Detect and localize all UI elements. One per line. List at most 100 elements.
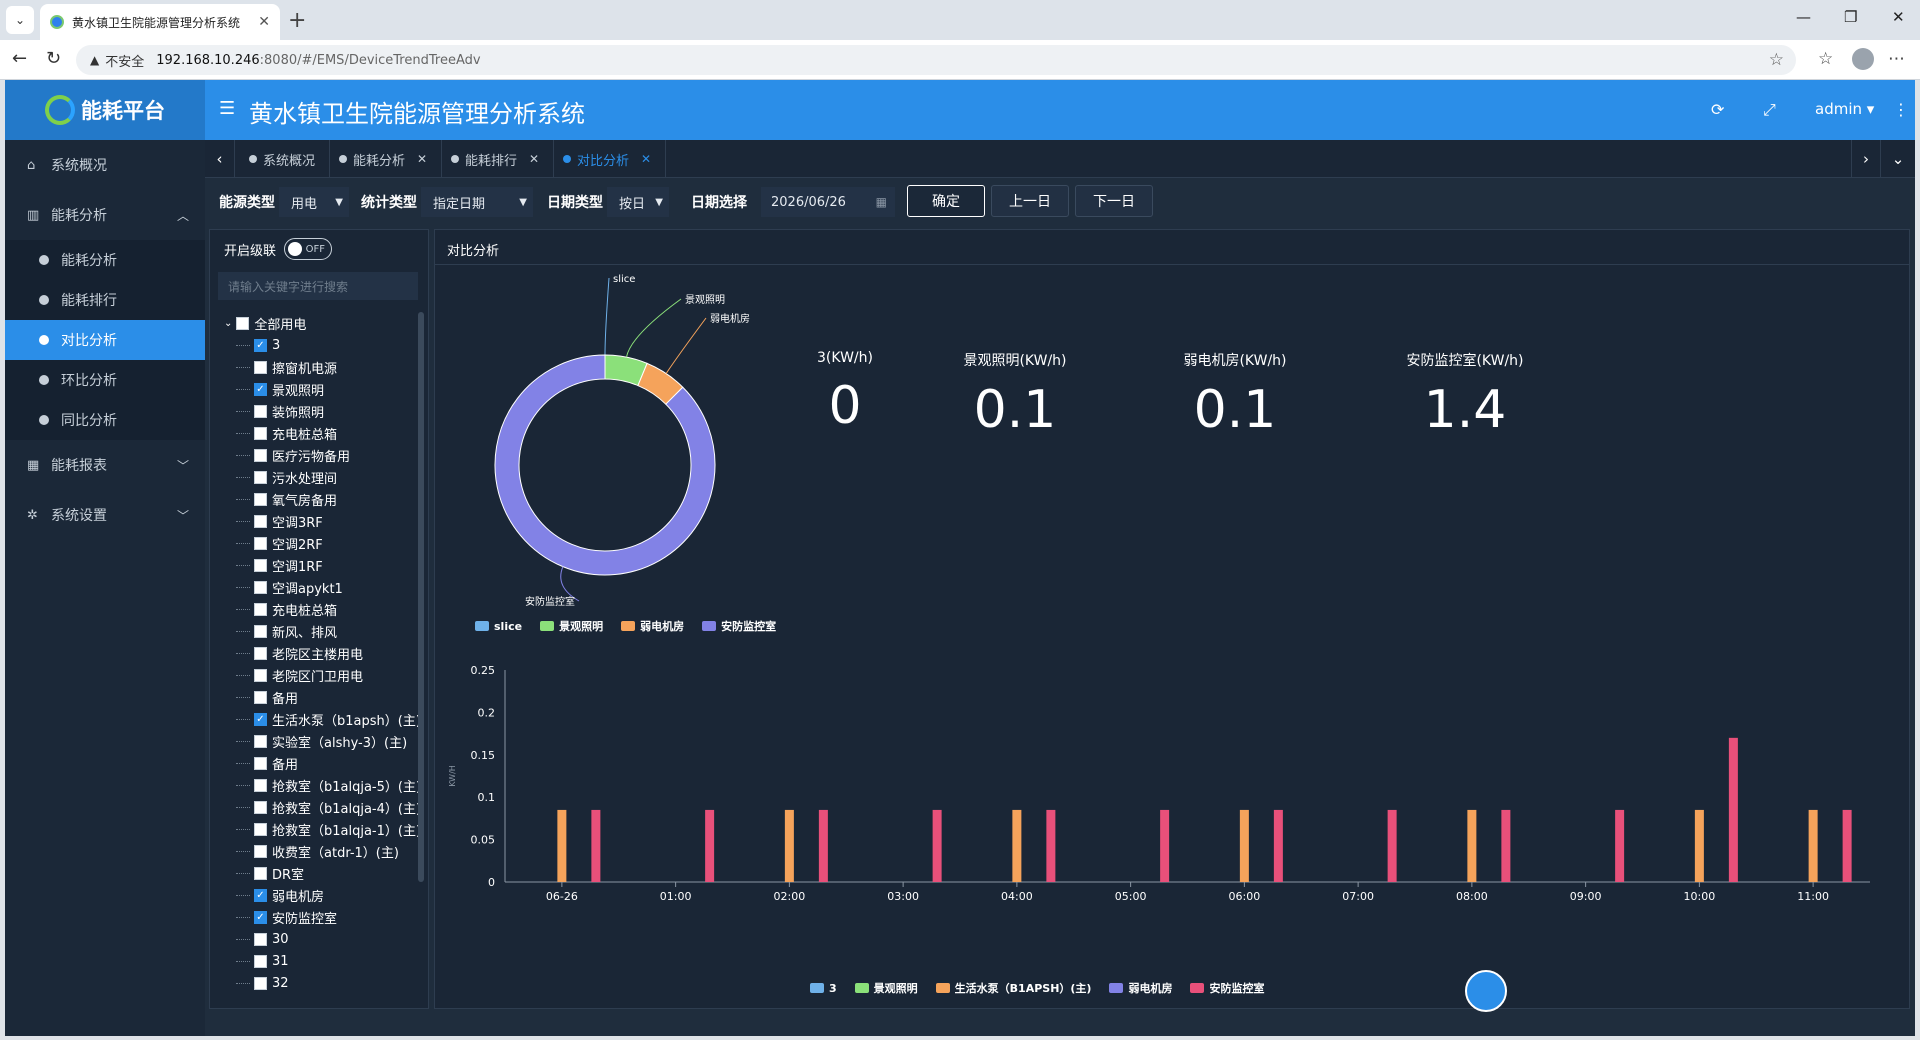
tree-node[interactable]: DR室 — [210, 862, 420, 884]
cascade-toggle[interactable]: OFF — [284, 238, 333, 260]
legend-item[interactable]: 生活水泵（B1APSH）(主) — [935, 980, 1091, 996]
tree-node[interactable]: 抢救室（b1alqja-4）(主) — [210, 796, 421, 818]
sidebar-item-settings[interactable]: ✲ 系统设置 ﹀ — [5, 490, 205, 540]
tree-checkbox[interactable]: ✓ — [254, 712, 267, 726]
tree-checkbox[interactable] — [254, 844, 267, 858]
sidebar-item-reports[interactable]: ▦ 能耗报表 ﹀ — [5, 440, 205, 490]
tree-checkbox[interactable]: ✓ — [254, 888, 267, 902]
date-picker[interactable]: 2026/06/26 ▦ — [761, 187, 895, 217]
tree-checkbox[interactable] — [254, 756, 267, 770]
tree-node[interactable]: 抢救室（b1alqja-5）(主) — [210, 774, 421, 796]
tree-checkbox[interactable] — [254, 954, 267, 968]
more-vertical-icon[interactable]: ⋮ — [1893, 100, 1909, 119]
minimize-icon[interactable]: — — [1796, 8, 1811, 26]
url-input[interactable]: ▲ 不安全 192.168.10.246:8080/#/EMS/DeviceTr… — [76, 45, 1796, 75]
sidebar-subitem-ranking[interactable]: 能耗排行 — [5, 280, 205, 320]
tree-checkbox[interactable]: ✓ — [254, 910, 267, 924]
favorites-icon[interactable]: ☆ — [1818, 49, 1833, 69]
legend-item[interactable]: 弱电机房 — [1109, 980, 1172, 996]
close-icon[interactable]: ✕ — [258, 14, 270, 30]
window-close-icon[interactable]: ✕ — [1892, 8, 1905, 26]
sidebar-subitem-comparison[interactable]: 对比分析 — [5, 320, 205, 360]
tree-node[interactable]: 空调3RF — [210, 510, 420, 532]
tree-node[interactable]: 32 — [210, 972, 420, 994]
back-icon[interactable]: ← — [12, 48, 27, 69]
legend-item[interactable]: 弱电机房 — [621, 618, 684, 634]
tree-checkbox[interactable] — [236, 316, 250, 330]
tree-node[interactable]: 31 — [210, 950, 420, 972]
tree-node[interactable]: 装饰照明 — [210, 400, 420, 422]
stat-type-select[interactable]: 指定日期 ▼ — [421, 187, 533, 217]
tree-node[interactable]: 空调2RF — [210, 532, 420, 554]
tree-search-input[interactable]: 请输入关键字进行搜索 — [218, 272, 418, 300]
next-day-button[interactable]: 下一日 — [1075, 185, 1153, 217]
sidebar-subitem-energy-analysis[interactable]: 能耗分析 — [5, 240, 205, 280]
profile-avatar[interactable] — [1852, 48, 1874, 70]
tree-checkbox[interactable] — [254, 668, 267, 682]
restore-icon[interactable]: ❐ — [1844, 8, 1857, 26]
sidebar-item-overview[interactable]: ⌂ 系统概况 — [5, 140, 205, 190]
tree-node[interactable]: 备用 — [210, 752, 420, 774]
reload-icon[interactable]: ↻ — [46, 48, 61, 69]
tree-checkbox[interactable] — [254, 602, 267, 616]
legend-item[interactable]: 景观照明 — [540, 618, 603, 634]
tree-checkbox[interactable] — [254, 624, 267, 638]
bookmark-star-icon[interactable]: ☆ — [1769, 50, 1784, 70]
tree-checkbox[interactable] — [254, 690, 267, 704]
tree-checkbox[interactable] — [254, 470, 267, 484]
tree-checkbox[interactable] — [254, 558, 267, 572]
menu-toggle-icon[interactable]: ☰ — [219, 98, 235, 119]
close-icon[interactable]: ✕ — [641, 152, 651, 166]
sidebar-item-energy-analysis[interactable]: ▥ 能耗分析 ︿ — [5, 190, 205, 240]
tree-checkbox[interactable] — [254, 932, 267, 946]
browser-tab[interactable]: 黄水镇卫生院能源管理分析系统 ✕ — [40, 4, 280, 40]
tree-checkbox[interactable] — [254, 822, 267, 836]
fullscreen-icon[interactable]: ⤢ — [1763, 100, 1776, 120]
tree-scrollbar[interactable] — [418, 312, 424, 882]
legend-item[interactable]: 景观照明 — [854, 980, 918, 996]
close-icon[interactable]: ✕ — [417, 152, 427, 166]
tree-node[interactable]: 污水处理间 — [210, 466, 420, 488]
tab-search-icon[interactable]: ⌄ — [6, 6, 34, 34]
tree-node[interactable]: 备用 — [210, 686, 420, 708]
prev-day-button[interactable]: 上一日 — [991, 185, 1069, 217]
tree-node[interactable]: 空调apykt1 — [210, 576, 420, 598]
tree-node[interactable]: 30 — [210, 928, 420, 950]
tree-checkbox[interactable] — [254, 734, 267, 748]
energy-type-select[interactable]: 用电 ▼ — [279, 187, 349, 217]
tabs-next-icon[interactable]: › — [1851, 140, 1881, 178]
tab-overview[interactable]: 系统概况 — [235, 140, 331, 178]
tree-checkbox[interactable] — [254, 360, 267, 374]
tree-root[interactable]: ⌄ 全部用电 — [210, 312, 420, 334]
tabs-menu-icon[interactable]: ⌄ — [1883, 140, 1913, 178]
legend-item[interactable]: 安防监控室 — [1190, 980, 1264, 996]
legend-item[interactable]: 安防监控室 — [702, 618, 776, 634]
tree-checkbox[interactable] — [254, 492, 267, 506]
tree-checkbox[interactable] — [254, 866, 267, 880]
tree-node[interactable]: 擦窗机电源 — [210, 356, 420, 378]
tabs-prev-icon[interactable]: ‹ — [205, 140, 235, 178]
tree-node[interactable]: 收费室（atdr-1）(主) — [210, 840, 420, 862]
tree-node[interactable]: 老院区主楼用电 — [210, 642, 420, 664]
tree-checkbox[interactable] — [254, 514, 267, 528]
tree-node[interactable]: ✓ 景观照明 — [210, 378, 420, 400]
tree-node[interactable]: 空调1RF — [210, 554, 420, 576]
confirm-button[interactable]: 确定 — [907, 185, 985, 217]
new-tab-icon[interactable]: + — [288, 8, 306, 33]
tree-node[interactable]: 新风、排风 — [210, 620, 420, 642]
tab-energy-analysis[interactable]: 能耗分析 ✕ — [325, 140, 443, 178]
close-icon[interactable]: ✕ — [529, 152, 539, 166]
tab-ranking[interactable]: 能耗排行 ✕ — [437, 140, 555, 178]
tree-node[interactable]: ✓ 弱电机房 — [210, 884, 420, 906]
tab-comparison[interactable]: 对比分析 ✕ — [549, 140, 667, 178]
floating-action-button[interactable] — [1465, 970, 1507, 1012]
more-icon[interactable]: ⋯ — [1888, 49, 1905, 69]
user-menu[interactable]: admin ▾ — [1815, 100, 1874, 118]
tree-node[interactable]: ✓ 生活水泵（b1apsh）(主) — [210, 708, 421, 730]
tree-node[interactable]: ✓ 3 — [210, 334, 420, 356]
tree-node[interactable]: 抢救室（b1alqja-1）(主) — [210, 818, 421, 840]
tree-checkbox[interactable] — [254, 778, 267, 792]
tree-checkbox[interactable]: ✓ — [254, 338, 267, 352]
sidebar-subitem-yoy[interactable]: 同比分析 — [5, 400, 205, 440]
tree-checkbox[interactable] — [254, 976, 267, 990]
